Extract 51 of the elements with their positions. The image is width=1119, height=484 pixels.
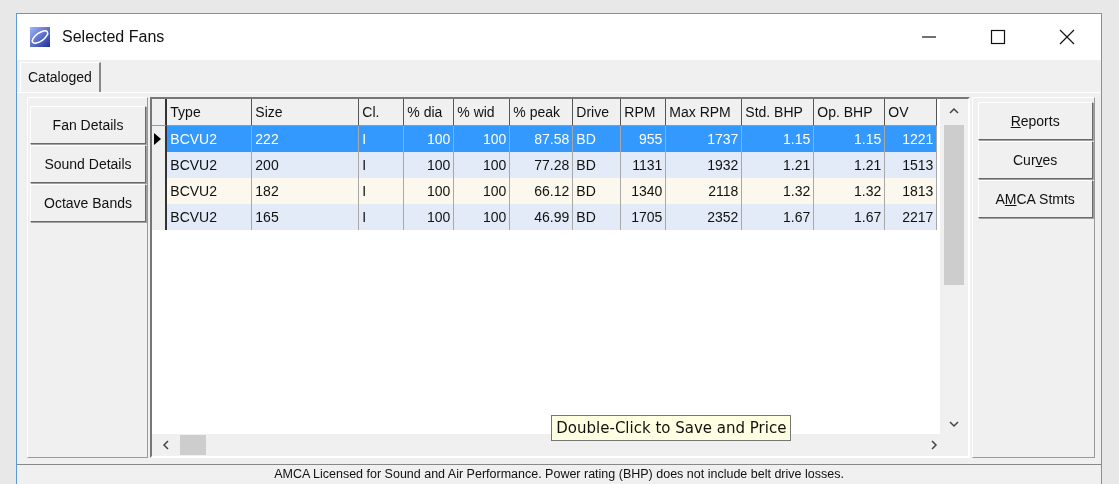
close-icon[interactable] xyxy=(1059,29,1075,45)
table-cell: 100 xyxy=(454,204,511,230)
tab[interactable]: Cataloged xyxy=(20,62,101,92)
table-cell: 2352 xyxy=(666,204,743,230)
table-row[interactable]: BCVU2 165 I 100 100 46.99 BD 1705 2352 1.67 1.67 2217 xyxy=(152,204,938,230)
scroll-right-icon[interactable] xyxy=(929,440,938,450)
column-header[interactable]: Type xyxy=(167,99,253,126)
column-header[interactable]: % dia xyxy=(404,99,455,126)
app-icon xyxy=(30,27,50,47)
status-bar: AMCA Licensed for Sound and Air Performance. Power rating (BHP) does not include belt drive losses. xyxy=(17,464,1101,484)
column-header[interactable]: Drive xyxy=(573,99,622,126)
column-header[interactable]: RPM xyxy=(621,99,667,126)
action-button[interactable]: AMCA Stmts xyxy=(977,180,1093,218)
table-cell: 2217 xyxy=(885,204,938,230)
column-header[interactable]: Max RPM xyxy=(666,99,743,126)
action-button[interactable]: Octave Bands xyxy=(30,184,146,222)
table-cell: 100 xyxy=(404,204,455,230)
table-row[interactable]: BCVU2 200 I 100 100 77.28 BD 1131 1932 1.21 1.21 1513 xyxy=(152,152,938,178)
vertical-scrollbar[interactable] xyxy=(939,99,968,434)
table-row[interactable]: BCVU2 182 I 100 100 66.12 BD 1340 2118 1.32 1.32 1813 xyxy=(152,178,938,204)
tooltip: Double-Click to Save and Price xyxy=(551,415,792,441)
current-row-icon xyxy=(154,133,162,145)
column-header[interactable]: Cl. xyxy=(359,99,405,126)
window-title: Selected Fans xyxy=(62,28,165,46)
scroll-thumb[interactable] xyxy=(943,125,964,285)
column-header[interactable]: Op. BHP xyxy=(814,99,886,126)
table-cell: 1705 xyxy=(621,204,667,230)
action-button[interactable]: Curves xyxy=(977,141,1093,179)
column-header[interactable]: % peak xyxy=(510,99,574,126)
action-button[interactable]: Sound Details xyxy=(30,145,146,183)
table-cell: 165 xyxy=(252,204,360,230)
table-cell: BD xyxy=(573,204,622,230)
scroll-thumb[interactable] xyxy=(180,435,207,455)
maximize-icon[interactable] xyxy=(990,29,1006,45)
table-cell: 1.67 xyxy=(814,204,886,230)
table-cell: I xyxy=(359,204,405,230)
table-cell: 1.67 xyxy=(742,204,815,230)
row-header[interactable] xyxy=(152,126,168,152)
action-button[interactable]: Fan Details xyxy=(30,106,146,144)
column-header[interactable]: OV xyxy=(885,99,938,126)
row-header[interactable] xyxy=(152,204,168,230)
row-header xyxy=(152,99,168,126)
action-button[interactable]: Reports xyxy=(977,102,1093,140)
scroll-left-icon[interactable] xyxy=(162,440,171,450)
table-cell: 46.99 xyxy=(510,204,574,230)
column-header[interactable]: Std. BHP xyxy=(742,99,815,126)
column-header[interactable]: Size xyxy=(252,99,360,126)
column-header[interactable]: % wid xyxy=(454,99,511,126)
scroll-up-icon[interactable] xyxy=(948,107,959,115)
scroll-down-icon[interactable] xyxy=(948,420,959,428)
table-cell: BCVU2 xyxy=(167,204,253,230)
